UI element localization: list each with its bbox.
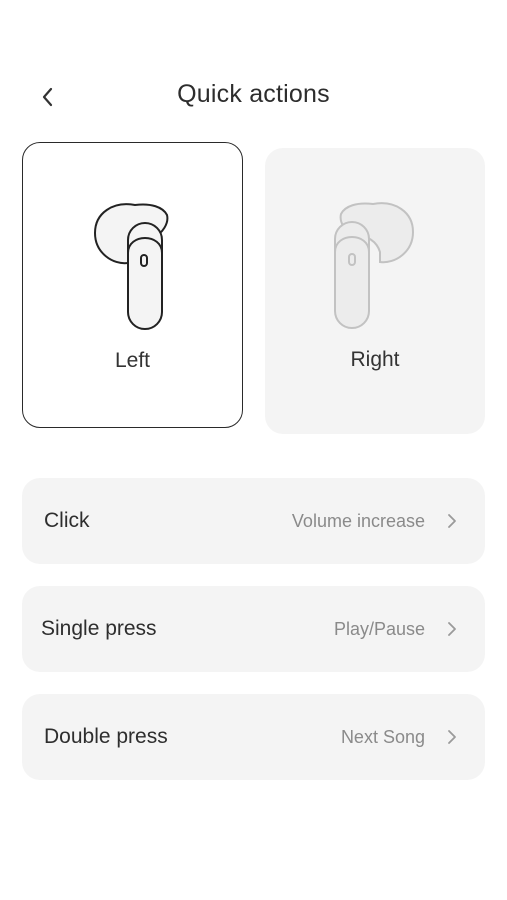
chevron-right-icon	[448, 622, 456, 636]
earbud-selector: Left Right	[22, 142, 485, 434]
left-earbud-label: Left	[114, 349, 151, 372]
action-label: Double press	[44, 725, 168, 748]
action-label: Click	[44, 509, 90, 532]
page-title: Quick actions	[177, 80, 330, 108]
right-earbud-label: Right	[350, 348, 400, 371]
action-row-double-press[interactable]: Double press Next Song	[22, 694, 485, 780]
action-label: Single press	[41, 617, 157, 640]
action-value: Next Song	[340, 727, 425, 747]
left-earbud-card[interactable]: Left	[22, 142, 243, 428]
left-earbud-icon	[93, 203, 168, 330]
top-bar: Quick actions	[0, 70, 507, 122]
action-row-click[interactable]: Click Volume increase	[22, 478, 485, 564]
chevron-right-icon	[448, 514, 456, 528]
right-earbud-icon	[334, 202, 415, 329]
action-row-single-press[interactable]: Single press Play/Pause	[22, 586, 485, 672]
right-earbud-card[interactable]: Right	[265, 148, 485, 434]
action-value: Volume increase	[291, 511, 425, 531]
action-value: Play/Pause	[333, 619, 425, 639]
chevron-right-icon	[448, 730, 456, 744]
